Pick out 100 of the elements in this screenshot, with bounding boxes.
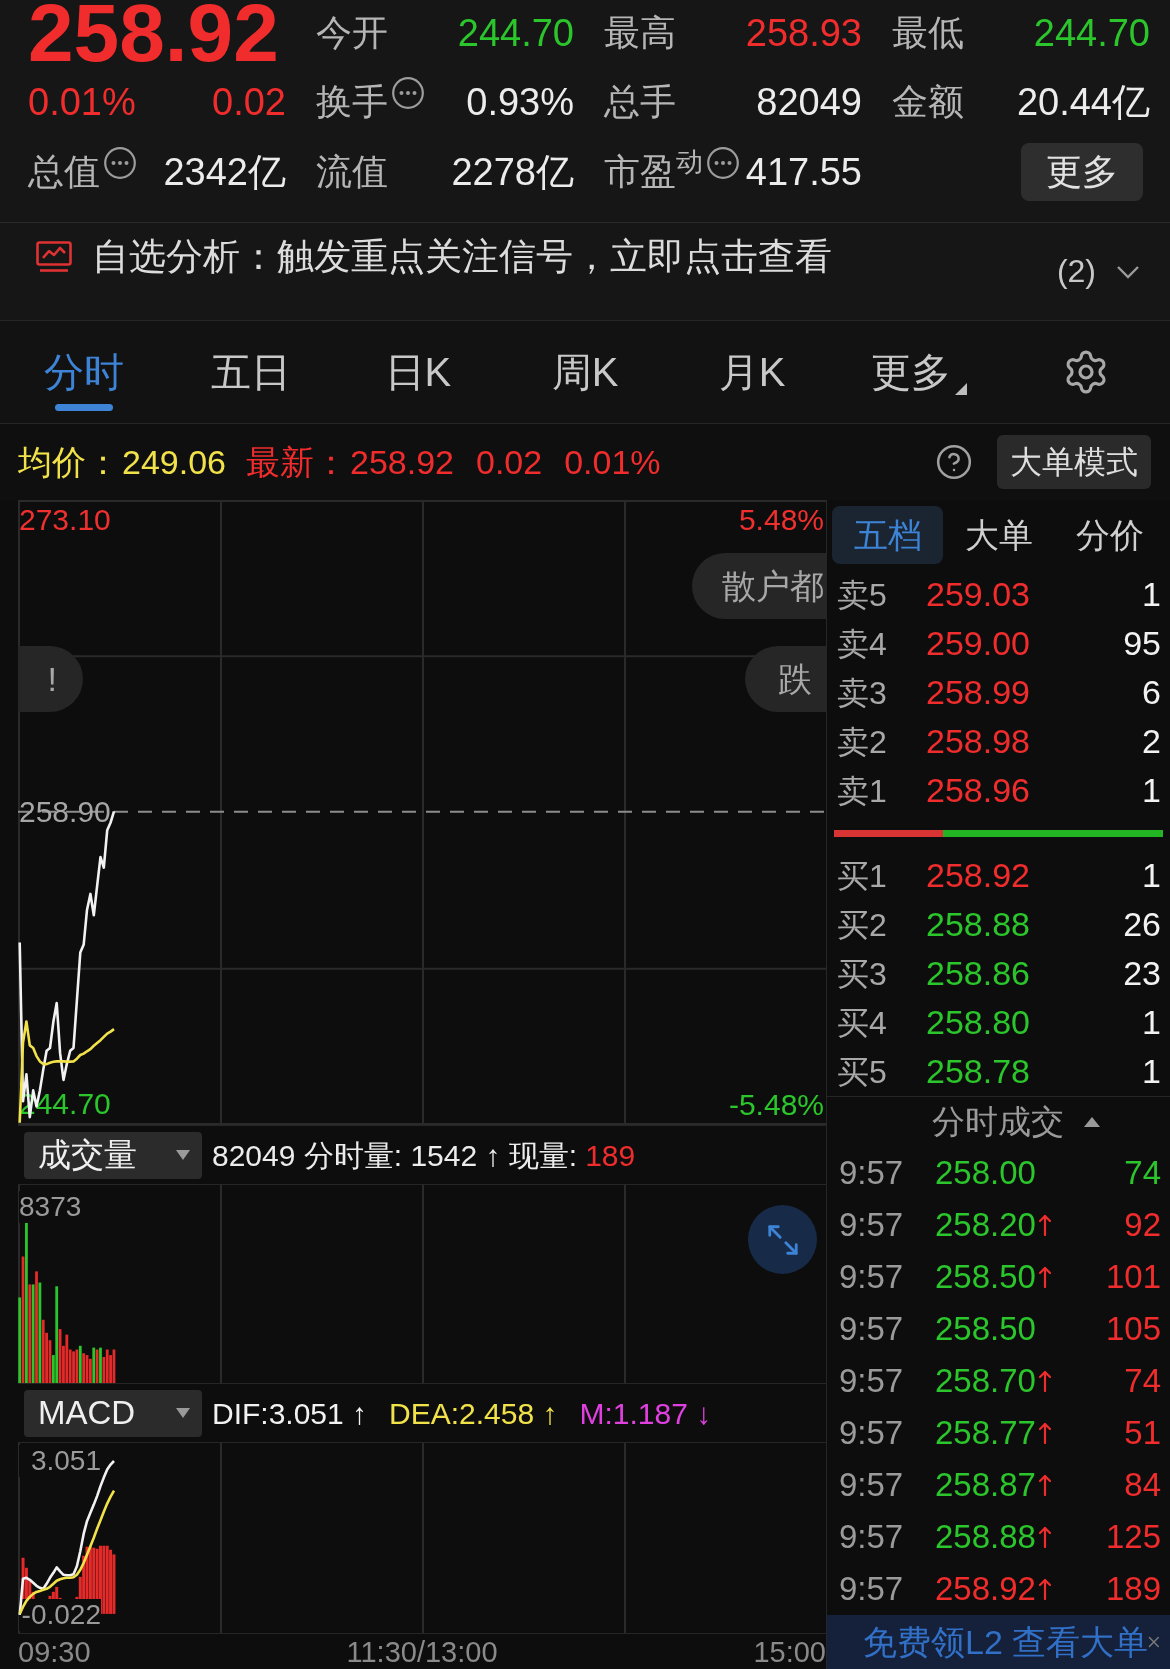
stat-label: 最高 [604, 11, 676, 55]
volume-max-label: 8373 [19, 1191, 82, 1223]
stat-label: 换手 [316, 80, 388, 124]
ellipsis-icon[interactable] [707, 147, 739, 179]
order-price: 258.78 [926, 1051, 1031, 1092]
trade-price: 258.88 [935, 1517, 1036, 1558]
order-price: 259.03 [926, 574, 1031, 615]
dropdown-triangle-icon [955, 383, 968, 395]
ellipsis-icon[interactable] [392, 77, 424, 109]
order-book-tab[interactable]: 分价 [1054, 506, 1165, 564]
comment-bubble: 跌 [745, 646, 826, 712]
trade-price: 258.00 [935, 1153, 1036, 1194]
comment-bubble: 散户都 [692, 553, 826, 619]
trade-volume: 92 [1124, 1205, 1161, 1246]
chart-tab[interactable]: 分时 [0, 321, 168, 423]
macd-legend-text: M:1.187 ↓ [579, 1395, 712, 1432]
summary-value: 249.06 [122, 441, 226, 483]
summary-value: 0.01% [564, 441, 661, 483]
stat-label: 市盈$^{动}$ [604, 145, 703, 194]
order-level-label: 卖2 [837, 722, 888, 762]
trade-time: 9:57 [838, 1517, 905, 1558]
trade-price: 258.20 [935, 1205, 1036, 1246]
more-button[interactable]: 更多 [1021, 143, 1143, 201]
volume-readout: 189 [585, 1137, 636, 1174]
trade-volume: 74 [1124, 1361, 1161, 1402]
stat-label: 总值 [28, 150, 100, 194]
order-book-tab[interactable]: 五档 [832, 506, 943, 564]
trade-price: 258.77 [935, 1413, 1036, 1454]
macd-axis-label: 3.051 [19, 1445, 101, 1477]
trade-time: 9:57 [838, 1465, 905, 1506]
order-price: 258.96 [926, 770, 1031, 811]
caret-up-icon[interactable] [1083, 1117, 1100, 1127]
change-percent: 0.01% [28, 79, 136, 125]
stat-value: 244.70 [1033, 10, 1150, 56]
order-volume: 1 [1142, 1051, 1161, 1092]
dropdown-triangle-icon [176, 1150, 190, 1160]
trade-price: 258.92 [935, 1569, 1036, 1610]
trade-volume: 125 [1105, 1517, 1161, 1558]
summary-value: 0.02 [476, 441, 543, 483]
big-order-mode-button[interactable]: 大单模式 [997, 435, 1151, 489]
order-price: 259.00 [926, 623, 1031, 664]
stat-value: 258.93 [745, 10, 862, 56]
order-volume: 1 [1142, 770, 1161, 811]
stat-value: 82049 [756, 79, 862, 125]
order-book-tab[interactable]: 大单 [943, 506, 1054, 564]
close-icon[interactable] [1148, 1634, 1160, 1650]
chevron-down-icon[interactable] [1116, 265, 1140, 279]
chart-tab[interactable]: 更多 [835, 321, 1003, 423]
order-volume: 23 [1123, 953, 1161, 994]
volume-readout: 82049 分时量: 1542 ↑ 现量: [212, 1137, 578, 1174]
stat-label: 今开 [316, 11, 388, 55]
trade-time: 9:57 [838, 1205, 905, 1246]
expand-arrows-icon [765, 1222, 800, 1257]
chart-tab[interactable]: 日K [334, 321, 502, 423]
order-price: 258.88 [926, 904, 1031, 945]
chart-tab[interactable]: 周K [501, 321, 669, 423]
indicator-select[interactable]: MACD [24, 1389, 202, 1437]
ellipsis-icon[interactable] [104, 147, 136, 179]
chart-tab[interactable]: 月K [668, 321, 836, 423]
order-volume: 1 [1142, 574, 1161, 615]
order-price: 258.92 [926, 855, 1031, 896]
tab-underline [54, 404, 113, 411]
stat-label: 总手 [604, 80, 676, 124]
indicator-select[interactable]: 成交量 [24, 1131, 202, 1179]
help-icon[interactable] [935, 443, 973, 481]
chart-tab[interactable]: 五日 [167, 321, 335, 423]
trade-price: 258.87 [935, 1465, 1036, 1506]
order-level-label: 卖4 [837, 624, 888, 664]
trade-volume: 189 [1105, 1569, 1161, 1610]
trade-time: 9:57 [838, 1413, 905, 1454]
change-amount: 0.02 [212, 79, 286, 125]
order-price: 258.80 [926, 1002, 1031, 1043]
order-level-label: 卖1 [837, 771, 888, 811]
stat-value: 244.70 [457, 10, 574, 56]
stat-value: 20.44亿 [1016, 79, 1150, 125]
order-level-label: 买1 [837, 856, 888, 896]
trade-time: 9:57 [838, 1361, 905, 1402]
order-level-label: 买2 [837, 905, 888, 945]
trade-volume: 74 [1124, 1153, 1161, 1194]
macd-legend-text: DEA:2.458 ↑ [389, 1395, 558, 1432]
order-level-label: 卖5 [837, 575, 888, 615]
stat-label: 流值 [316, 150, 388, 194]
time-axis-label: 11:30/13:00 [346, 1634, 498, 1669]
order-level-label: 买4 [837, 1003, 888, 1043]
dropdown-triangle-icon [176, 1408, 190, 1418]
trade-time: 9:57 [838, 1569, 905, 1610]
chart-monitor-icon [36, 241, 72, 273]
summary-value: 258.92 [350, 441, 454, 483]
alert-message[interactable]: 自选分析：触发重点关注信号，立即点击查看 [92, 235, 832, 279]
trade-volume: 101 [1105, 1257, 1161, 1298]
trade-volume: 84 [1124, 1465, 1161, 1506]
stat-value: 2278亿 [451, 149, 574, 195]
trade-price: 258.50 [935, 1309, 1036, 1350]
stat-label: 金额 [892, 80, 964, 124]
alert-count: (2) [1056, 253, 1096, 289]
order-volume: 95 [1123, 623, 1161, 664]
order-volume: 2 [1142, 721, 1161, 762]
trade-price: 258.50 [935, 1257, 1036, 1298]
order-volume: 1 [1142, 855, 1161, 896]
order-volume: 6 [1142, 672, 1161, 713]
